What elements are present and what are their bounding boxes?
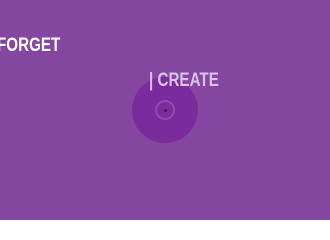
- background-canvas: FORGET | CREATE: [0, 0, 330, 220]
- create-word: | CREATE: [149, 70, 219, 91]
- record-label: [155, 100, 175, 120]
- record-center-hole: [163, 108, 167, 112]
- forget-word: FORGET: [0, 35, 61, 56]
